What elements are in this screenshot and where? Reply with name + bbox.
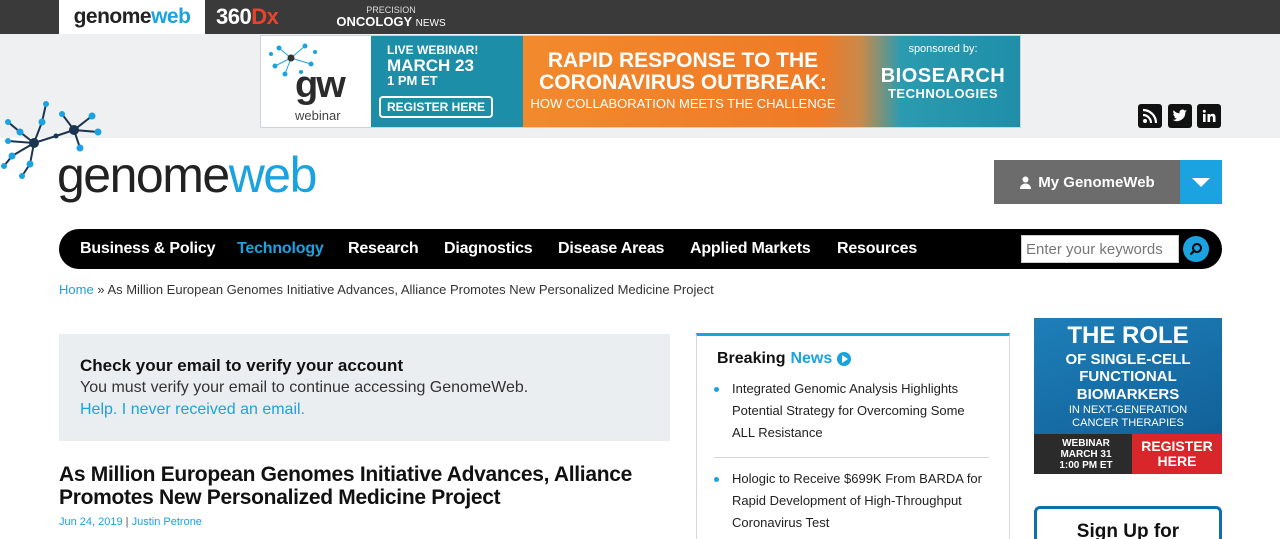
side-ad-footer: WEBINAR MARCH 31 1:00 PM ET REGISTER HER…: [1034, 434, 1222, 474]
verify-body: You must verify your email to continue a…: [80, 379, 529, 396]
banner-sponsored-label: sponsored by:: [908, 43, 978, 55]
side-ad-webinar-label: WEBINAR: [1062, 438, 1110, 449]
linkedin-glyph: [1202, 109, 1216, 122]
linkedin-icon[interactable]: [1197, 104, 1221, 128]
nav-item-diagnostics[interactable]: Diagnostics: [444, 229, 533, 269]
chevron-down-icon: [1192, 177, 1210, 187]
side-ad-webinar-info: WEBINAR MARCH 31 1:00 PM ET: [1040, 438, 1132, 471]
bullet-icon: [714, 477, 719, 482]
side-ad-title-block: OF SINGLE-CELL FUNCTIONAL BIOMARKERS: [1034, 351, 1222, 403]
banner-date: MARCH 23: [387, 55, 474, 75]
banner-gw-sub: webinar: [295, 108, 341, 123]
network-po-line2: ONCOLOGY NEWS: [336, 15, 445, 29]
side-ad-line3: FUNCTIONAL: [1079, 368, 1177, 386]
breaking-news-panel: Breaking News Integrated Genomic Analysi…: [696, 333, 1010, 539]
banner-sponsor-block: sponsored by: BIOSEARCH TECHNOLOGIES: [873, 43, 1013, 101]
breaking-news-item[interactable]: Integrated Genomic Analysis Highlights P…: [714, 378, 990, 444]
side-ad-line4: BIOMARKERS: [1076, 385, 1180, 403]
signup-box: Sign Up for: [1034, 506, 1222, 539]
user-icon: [1020, 176, 1032, 189]
breaking-news-item-text: Integrated Genomic Analysis Highlights P…: [732, 381, 965, 440]
network-gw-part2: web: [151, 5, 191, 28]
banner-register-button[interactable]: REGISTER HERE: [379, 96, 493, 118]
network-tab-precision-oncology[interactable]: PRECISION ONCOLOGY NEWS: [326, 0, 456, 34]
breadcrumb-home-link[interactable]: Home: [59, 282, 94, 297]
breaking-news-divider: [714, 457, 989, 458]
signup-title: Sign Up for: [1076, 521, 1180, 539]
site-logo-part1: genome: [57, 147, 230, 203]
article-meta-separator: |: [122, 516, 132, 528]
my-genomeweb-label: My GenomeWeb: [1038, 173, 1155, 191]
network-dx-part2: Dx: [251, 4, 279, 29]
twitter-icon[interactable]: [1168, 104, 1192, 128]
main-nav: Business & Policy Technology Research Di…: [59, 229, 1222, 269]
network-tab-genomeweb[interactable]: genome web: [59, 0, 205, 34]
twitter-glyph: [1172, 109, 1187, 122]
search-button[interactable]: [1183, 236, 1209, 262]
article-date: Jun 24, 2019: [59, 516, 123, 528]
verify-title: Check your email to verify your account: [80, 356, 404, 375]
breadcrumb-current: As Million European Genomes Initiative A…: [107, 282, 714, 297]
article-title: As Million European Genomes Initiative A…: [59, 463, 633, 510]
banner-headline1: RAPID RESPONSE TO THE: [547, 49, 819, 72]
banner-sponsor-name2: TECHNOLOGIES: [887, 85, 998, 101]
nav-item-resources[interactable]: Resources: [837, 229, 917, 269]
side-ad-line6: CANCER THERAPIES: [1072, 417, 1184, 430]
verify-email-notice: Check your email to verify your account …: [59, 334, 670, 441]
network-po-line2-text: ONCOLOGY: [336, 13, 412, 29]
network-gw-part1: genome: [73, 5, 152, 28]
network-bar: genome web 360 Dx PRECISION ONCOLOGY NEWS: [0, 0, 1280, 34]
network-dx-part1: 360: [216, 4, 252, 29]
play-arrow-icon: [837, 352, 852, 366]
banner-live-block: LIVE WEBINAR! MARCH 23 1 PM ET: [387, 44, 478, 88]
breaking-news-heading[interactable]: Breaking News: [717, 350, 852, 368]
rss-glyph: [1142, 108, 1158, 124]
side-ad-register-button[interactable]: REGISTER HERE: [1132, 434, 1222, 474]
verify-help-link[interactable]: Help. I never received an email.: [80, 401, 649, 419]
breaking-news-title1: Breaking: [717, 350, 786, 367]
network-tab-360dx[interactable]: 360 Dx: [216, 0, 306, 34]
banner-live-label: LIVE WEBINAR!: [387, 43, 479, 57]
side-ad-line1: THE ROLE: [1067, 322, 1189, 349]
single-cell-webinar-ad[interactable]: THE ROLE OF SINGLE-CELL FUNCTIONAL BIOMA…: [1034, 318, 1222, 474]
banner-headline-block: RAPID RESPONSE TO THE CORONAVIRUS OUTBRE…: [523, 49, 843, 112]
nav-item-business-policy[interactable]: Business & Policy: [80, 229, 216, 269]
rss-icon[interactable]: [1138, 104, 1162, 128]
webinar-banner-ad[interactable]: gw webinar LIVE WEBINAR! MARCH 23 1 PM E…: [260, 35, 1021, 128]
banner-sponsor-name1: BIOSEARCH: [880, 64, 1006, 87]
banner-gw-logo: gw: [295, 64, 346, 106]
side-ad-line2: OF SINGLE-CELL: [1065, 351, 1191, 368]
banner-subhead: HOW COLLABORATION MEETS THE CHALLENGE: [530, 96, 836, 112]
site-logo-part2: web: [228, 147, 318, 203]
network-po-line3: NEWS: [415, 17, 446, 29]
site-logo[interactable]: genomeweb: [57, 147, 318, 203]
account-dropdown-toggle[interactable]: [1180, 160, 1222, 204]
breaking-news-item[interactable]: Hologic to Receive $699K From BARDA for …: [714, 468, 990, 534]
banner-headline2: CORONAVIRUS OUTBREAK:: [539, 71, 827, 95]
side-ad-date: MARCH 31: [1060, 449, 1112, 460]
side-ad-line5: IN NEXT-GENERATION: [1068, 404, 1188, 416]
breadcrumb: Home » As Million European Genomes Initi…: [59, 282, 714, 297]
my-genomeweb-button[interactable]: My GenomeWeb: [994, 160, 1180, 204]
nav-item-research[interactable]: Research: [348, 229, 419, 269]
side-ad-time: 1:00 PM ET: [1059, 460, 1113, 471]
breaking-news-title2: News: [790, 350, 833, 367]
nav-item-disease-areas[interactable]: Disease Areas: [558, 229, 664, 269]
article-meta: Jun 24, 2019 | Justin Petrone: [59, 516, 202, 528]
banner-time: 1 PM ET: [387, 73, 438, 89]
side-ad-sub-block: IN NEXT-GENERATION CANCER THERAPIES: [1034, 404, 1222, 430]
breaking-news-item-text: Hologic to Receive $699K From BARDA for …: [732, 471, 982, 530]
nav-item-applied-markets[interactable]: Applied Markets: [690, 229, 811, 269]
breadcrumb-separator: »: [93, 282, 108, 297]
bullet-icon: [714, 387, 719, 392]
search-icon: [1189, 243, 1202, 256]
search-input[interactable]: [1021, 235, 1179, 263]
nav-item-technology[interactable]: Technology: [237, 229, 324, 269]
article-author-link[interactable]: Justin Petrone: [132, 516, 202, 528]
